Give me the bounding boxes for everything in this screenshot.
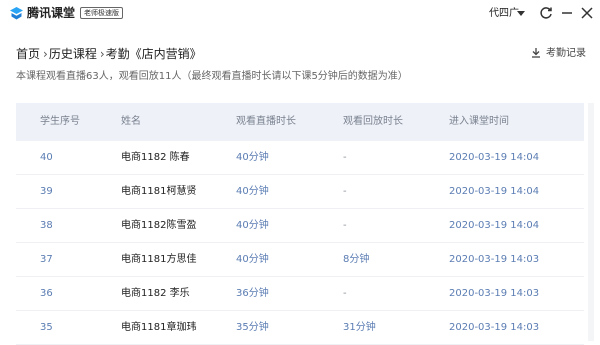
- replay-duration: -: [343, 152, 347, 163]
- header-live-duration: 观看直播时长: [236, 116, 296, 127]
- live-duration: 40分钟: [236, 254, 269, 265]
- student-name: 电商1181方思佳: [121, 254, 197, 265]
- live-duration: 35分钟: [236, 322, 269, 333]
- table-row: 38 电商1182陈雪盈 40分钟 - 2020-03-19 14:04: [16, 209, 584, 243]
- breadcrumb-current: 考勤《店内营销》: [105, 47, 202, 61]
- live-duration: 40分钟: [236, 220, 269, 231]
- header-replay-duration: 观看回放时长: [343, 116, 403, 127]
- student-no: 36: [40, 288, 53, 299]
- student-no: 37: [40, 254, 53, 265]
- live-duration: 40分钟: [236, 152, 269, 163]
- live-duration: 36分钟: [236, 288, 269, 299]
- breadcrumb-history[interactable]: 历史课程: [49, 46, 97, 62]
- header-student-no: 学生序号: [40, 116, 80, 127]
- vertical-scrollbar[interactable]: [588, 103, 594, 341]
- enter-time: 2020-03-19 14:03: [449, 254, 540, 265]
- table-row: 39 电商1181柯慧贤 40分钟 - 2020-03-19 14:04: [16, 175, 584, 209]
- replay-duration: -: [343, 186, 347, 197]
- student-name: 电商1182 李乐: [121, 288, 190, 299]
- attendance-table: 学生序号 姓名 观看直播时长 观看回放时长 进入课堂时间 40 电商1182 陈…: [16, 103, 584, 345]
- replay-duration: 31分钟: [343, 322, 376, 333]
- refresh-icon[interactable]: [539, 6, 553, 20]
- live-duration: 40分钟: [236, 186, 269, 197]
- breadcrumb-separator: ›: [43, 47, 48, 61]
- enter-time: 2020-03-19 14:04: [449, 152, 540, 163]
- table-header: 学生序号 姓名 观看直播时长 观看回放时长 进入课堂时间: [16, 103, 584, 141]
- attendance-record-button[interactable]: 考勤记录: [531, 46, 586, 61]
- enter-time: 2020-03-19 14:03: [449, 322, 540, 333]
- student-no: 35: [40, 322, 53, 333]
- student-name: 电商1182陈雪盈: [121, 220, 197, 231]
- enter-time: 2020-03-19 14:03: [449, 288, 540, 299]
- download-icon: [532, 48, 540, 58]
- enter-time: 2020-03-19 14:04: [449, 186, 540, 197]
- student-name: 电商1181柯慧贤: [121, 186, 197, 197]
- replay-duration: -: [343, 288, 347, 299]
- chevron-down-icon[interactable]: [517, 11, 525, 16]
- edition-badge: 老师极速版: [80, 7, 123, 19]
- replay-duration: 8分钟: [343, 254, 370, 265]
- breadcrumb-separator: ›: [99, 47, 105, 61]
- student-name: 电商1181章珈玮: [121, 322, 197, 333]
- student-no: 40: [40, 152, 53, 163]
- table-row: 40 电商1182 陈春 40分钟 - 2020-03-19 14:04: [16, 141, 584, 175]
- attendance-record-label: 考勤记录: [546, 48, 586, 59]
- student-name: 电商1182 陈春: [121, 152, 190, 163]
- breadcrumb-home[interactable]: 首页: [16, 46, 40, 62]
- attendance-summary: 本课程观看直播63人，观看回放11人（最终观看直播时长请以下课5分钟后的数据为准…: [16, 71, 408, 82]
- breadcrumb: 首页 ›历史课程 ›考勤《店内营销》: [16, 46, 202, 62]
- close-icon[interactable]: [580, 6, 594, 20]
- table-row: 37 电商1181方思佳 40分钟 8分钟 2020-03-19 14:03: [16, 243, 584, 277]
- user-menu[interactable]: 代四广: [489, 7, 519, 20]
- student-no: 39: [40, 186, 53, 197]
- title-bar: 腾讯课堂 老师极速版 代四广: [0, 0, 600, 28]
- logo-icon: [10, 7, 23, 20]
- table-row: 36 电商1182 李乐 36分钟 - 2020-03-19 14:03: [16, 277, 584, 311]
- header-name: 姓名: [121, 116, 141, 127]
- table-row: 35 电商1181章珈玮 35分钟 31分钟 2020-03-19 14:03: [16, 311, 584, 345]
- enter-time: 2020-03-19 14:04: [449, 220, 540, 231]
- header-enter-time: 进入课堂时间: [449, 116, 509, 127]
- student-no: 38: [40, 220, 53, 231]
- app-name: 腾讯课堂: [27, 6, 76, 20]
- replay-duration: -: [343, 220, 347, 231]
- minimize-icon[interactable]: [560, 6, 574, 20]
